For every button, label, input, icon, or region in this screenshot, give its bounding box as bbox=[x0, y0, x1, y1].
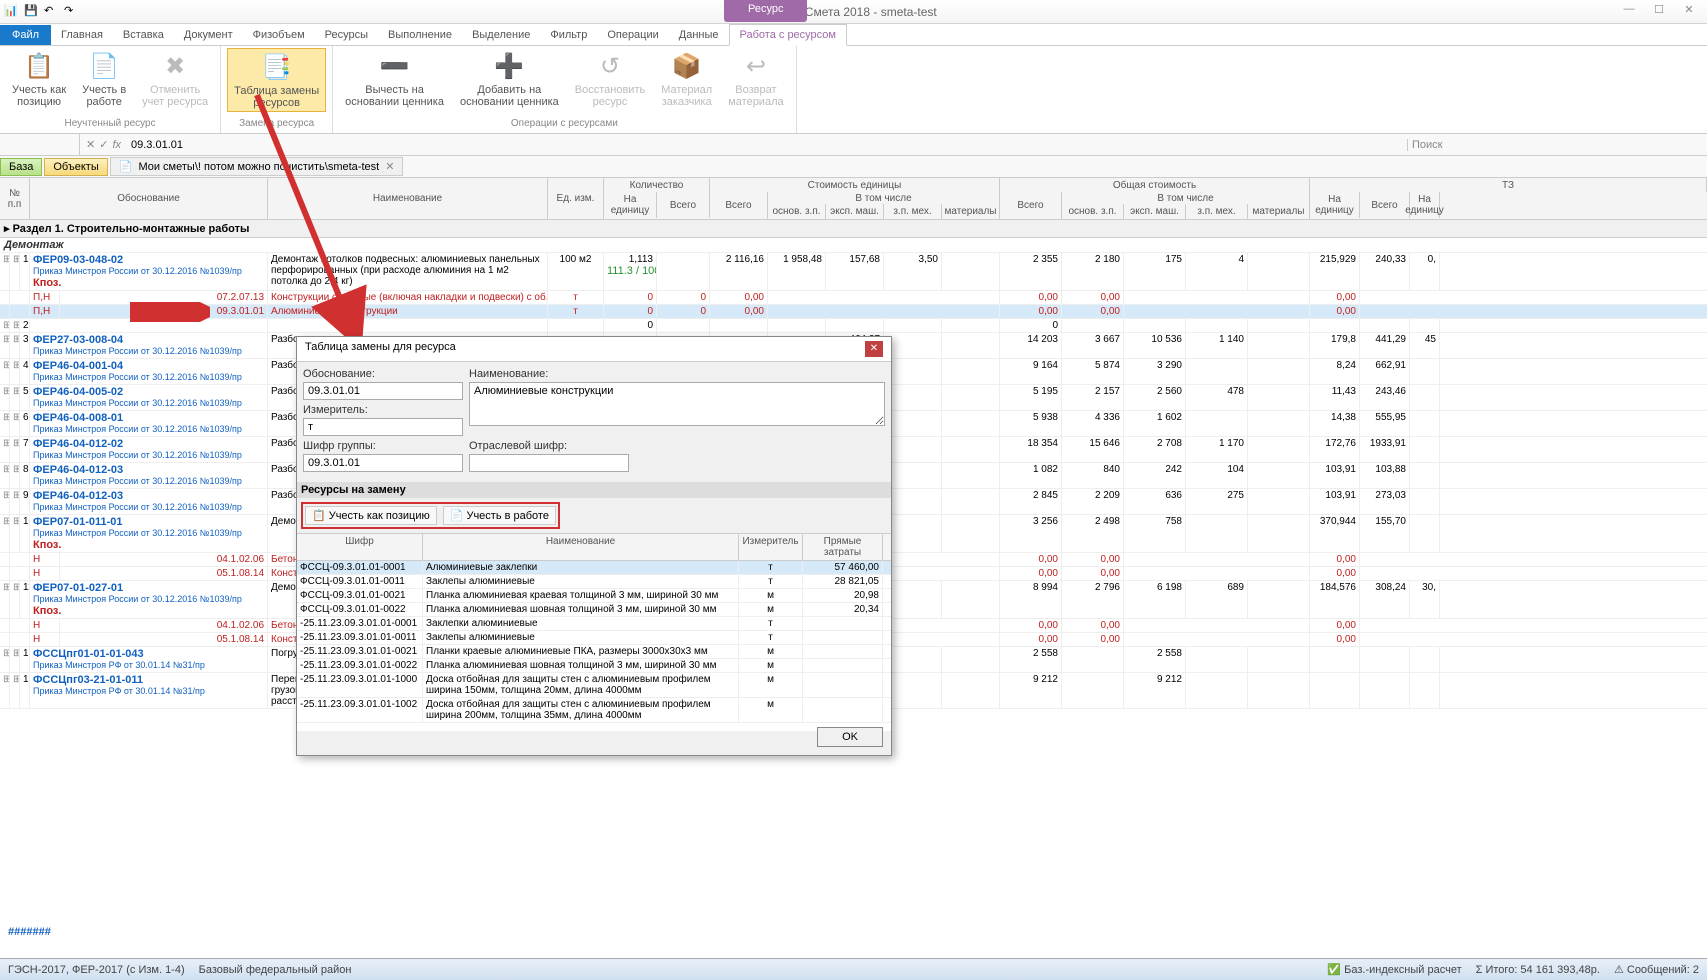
redo-icon[interactable]: ↷ bbox=[64, 4, 80, 20]
table-row[interactable]: ⊞⊞ 2 0 0 bbox=[0, 319, 1707, 333]
status-total: Σ Итого: 54 161 393,48р. bbox=[1476, 964, 1600, 976]
table-row[interactable]: П,Н 07.2.07.13 Конструкции стальные (вкл… bbox=[0, 291, 1707, 305]
dlg-section: Ресурсы на замену bbox=[297, 482, 891, 498]
tab-work-resource[interactable]: Работа с ресурсом bbox=[729, 24, 847, 46]
close-icon[interactable]: ✕ bbox=[1675, 3, 1703, 21]
position-icon: 📋 bbox=[23, 50, 55, 82]
tab-filter[interactable]: Фильтр bbox=[540, 25, 597, 45]
tab-file[interactable]: Файл bbox=[0, 25, 51, 45]
dlg-grid-body[interactable]: ФССЦ-09.3.01.01-0001Алюминиевые заклепки… bbox=[297, 561, 891, 731]
tab-data[interactable]: Данные bbox=[669, 25, 729, 45]
tab-ops[interactable]: Операции bbox=[597, 25, 668, 45]
status-calc[interactable]: ✅ Баз.-индексный расчет bbox=[1327, 963, 1461, 976]
group-row[interactable]: Демонтаж bbox=[0, 238, 1707, 253]
btn-account-work[interactable]: 📄Учесть в работе bbox=[76, 48, 132, 110]
grid-header: № п.п Обоснование Наименование Ед. изм. … bbox=[0, 178, 1707, 220]
tab-resources[interactable]: Ресурсы bbox=[315, 25, 378, 45]
list-item[interactable]: ФССЦ-09.3.01.01-0021Планка алюминиевая к… bbox=[297, 589, 891, 603]
annotation-outline: 📋Учесть как позицию 📄Учесть в работе bbox=[301, 502, 560, 529]
dialog-close-icon[interactable]: ✕ bbox=[865, 341, 883, 357]
list-item[interactable]: -25.11.23.09.3.01.01-1000Доска отбойная … bbox=[297, 673, 891, 698]
list-item[interactable]: -25.11.23.09.3.01.01-0001Заклепки алюмин… bbox=[297, 617, 891, 631]
list-item[interactable]: ФССЦ-09.3.01.01-0001Алюминиевые заклепки… bbox=[297, 561, 891, 575]
list-item[interactable]: -25.11.23.09.3.01.01-0022Планка алюминие… bbox=[297, 659, 891, 673]
dlg-izm-input[interactable] bbox=[303, 418, 463, 436]
list-item[interactable]: -25.11.23.09.3.01.01-1002Доска отбойная … bbox=[297, 698, 891, 723]
btn-subtract[interactable]: ➖Вычесть на основании ценника bbox=[339, 48, 450, 110]
context-tab[interactable]: Ресурс bbox=[724, 0, 807, 22]
return-icon: ↩ bbox=[740, 50, 772, 82]
list-item[interactable]: -25.11.23.09.3.01.01-0011Заклепы алюмини… bbox=[297, 631, 891, 645]
btn-cancel-account[interactable]: ✖Отменить учет ресурса bbox=[136, 48, 214, 110]
group-replace: Замена ресурса bbox=[239, 118, 314, 131]
cancel-icon: ✖ bbox=[159, 50, 191, 82]
tab-document[interactable]: Документ bbox=[174, 25, 243, 45]
table-icon: 📑 bbox=[261, 51, 293, 83]
group-ops: Операции с ресурсами bbox=[511, 118, 618, 131]
work-icon: 📄 bbox=[88, 50, 120, 82]
tab-insert[interactable]: Вставка bbox=[113, 25, 174, 45]
material-icon: 📦 bbox=[671, 50, 703, 82]
table-row[interactable]: ⊞⊞ 1 ФЕР09-03-048-02Приказ Минстроя Росс… bbox=[0, 253, 1707, 291]
group-unaccounted: Неучтенный ресурс bbox=[65, 118, 156, 131]
window-title: ГРАНД-Смета 2018 - smeta-test bbox=[84, 5, 1615, 19]
btn-material[interactable]: 📦Материал заказчика bbox=[655, 48, 718, 110]
minimize-icon[interactable]: — bbox=[1615, 3, 1643, 21]
fx-cancel-icon[interactable]: ✕ bbox=[86, 138, 95, 151]
replace-dialog: Таблица замены для ресурса✕ Обоснование:… bbox=[296, 336, 892, 756]
work-icon: 📄 bbox=[450, 509, 464, 522]
btn-account-position[interactable]: 📋Учесть как позицию bbox=[6, 48, 72, 110]
tab-phys[interactable]: Физобъем bbox=[243, 25, 315, 45]
maximize-icon[interactable]: ☐ bbox=[1645, 3, 1673, 21]
btn-add[interactable]: ➕Добавить на основании ценника bbox=[454, 48, 565, 110]
doc-icon: 📄 bbox=[119, 160, 133, 173]
formula-input[interactable]: 09.3.01.01 bbox=[127, 139, 1407, 151]
fx-icon: fx bbox=[112, 139, 121, 151]
dlg-otr-input[interactable] bbox=[469, 454, 629, 472]
btn-restore[interactable]: ↺Восстановить ресурс bbox=[569, 48, 651, 110]
table-row[interactable]: П,Н 09.3.01.01 Алюминиевые конструкции т… bbox=[0, 305, 1707, 319]
app-icon: 📊 bbox=[4, 4, 20, 20]
tab-selection[interactable]: Выделение bbox=[462, 25, 540, 45]
nav-objects[interactable]: Объекты bbox=[44, 158, 107, 176]
dlg-btn-work[interactable]: 📄Учесть в работе bbox=[443, 506, 556, 525]
status-messages[interactable]: ⚠ Сообщений: 2 bbox=[1614, 963, 1699, 976]
tab-main[interactable]: Главная bbox=[51, 25, 113, 45]
tab-exec[interactable]: Выполнение bbox=[378, 25, 462, 45]
status-bar: ГЭСН-2017, ФЕР-2017 (с Изм. 1-4)Базовый … bbox=[0, 958, 1707, 980]
list-item[interactable]: -25.11.23.09.3.01.01-0021Планки краевые … bbox=[297, 645, 891, 659]
fx-accept-icon[interactable]: ✓ bbox=[99, 138, 108, 151]
position-icon: 📋 bbox=[312, 509, 326, 522]
save-icon[interactable]: 💾 bbox=[24, 4, 40, 20]
nav-base[interactable]: База bbox=[0, 158, 42, 176]
dlg-shifr-input[interactable] bbox=[303, 454, 463, 472]
restore-icon: ↺ bbox=[594, 50, 626, 82]
name-box[interactable] bbox=[0, 134, 80, 155]
hash-row: ####### bbox=[4, 924, 55, 940]
dlg-name-input[interactable]: Алюминиевые конструкции bbox=[469, 382, 885, 426]
undo-icon[interactable]: ↶ bbox=[44, 4, 60, 20]
search-input[interactable]: Поиск bbox=[1407, 139, 1707, 151]
minus-icon: ➖ bbox=[379, 50, 411, 82]
btn-replace-table[interactable]: 📑Таблица замены ресурсов bbox=[227, 48, 326, 112]
dlg-ok-button[interactable]: OK bbox=[817, 727, 883, 747]
dlg-btn-position[interactable]: 📋Учесть как позицию bbox=[305, 506, 437, 525]
doc-tab[interactable]: 📄Мои сметы\! потом можно почистить\smeta… bbox=[110, 157, 404, 176]
btn-return[interactable]: ↩Возврат материала bbox=[722, 48, 789, 110]
close-doc-icon[interactable]: ✕ bbox=[385, 160, 394, 173]
plus-icon: ➕ bbox=[493, 50, 525, 82]
list-item[interactable]: ФССЦ-09.3.01.01-0011Заклепы алюминиевыет… bbox=[297, 575, 891, 589]
dlg-grid-header: Шифр Наименование Измеритель Прямые затр… bbox=[297, 533, 891, 561]
dialog-title: Таблица замены для ресурса bbox=[305, 341, 456, 357]
list-item[interactable]: ФССЦ-09.3.01.01-0022Планка алюминиевая ш… bbox=[297, 603, 891, 617]
dlg-obos-input[interactable] bbox=[303, 382, 463, 400]
section-row[interactable]: ▸ Раздел 1. Строительно-монтажные работы bbox=[0, 220, 1707, 238]
